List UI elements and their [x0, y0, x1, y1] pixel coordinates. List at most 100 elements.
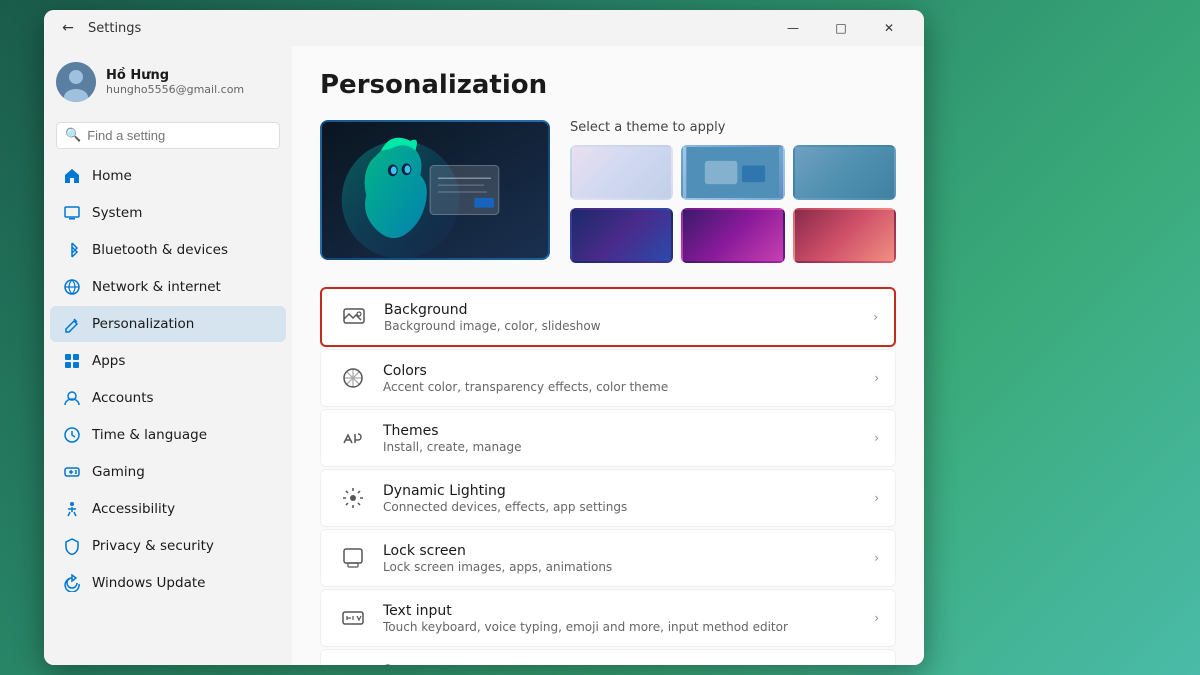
nav-label-apps: Apps	[92, 353, 125, 369]
sidebar-item-accessibility[interactable]: Accessibility	[50, 491, 286, 527]
avatar	[56, 62, 96, 102]
settings-icon-start	[337, 662, 369, 665]
settings-text-background: Background Background image, color, slid…	[384, 302, 865, 333]
settings-item-themes[interactable]: Themes Install, create, manage ›	[320, 409, 896, 467]
minimize-button[interactable]: —	[770, 12, 816, 44]
settings-item-lock-screen[interactable]: Lock screen Lock screen images, apps, an…	[320, 529, 896, 587]
settings-title-start: Start	[383, 663, 866, 666]
settings-text-text-input: Text input Touch keyboard, voice typing,…	[383, 603, 866, 634]
settings-desc-dynamic-lighting: Connected devices, effects, app settings	[383, 500, 866, 514]
theme-thumb-4[interactable]	[570, 208, 673, 263]
settings-item-start[interactable]: Start Recent apps and items, folders ›	[320, 649, 896, 665]
user-name: Hồ Hưng	[106, 68, 280, 83]
settings-list: Background Background image, color, slid…	[320, 287, 896, 665]
theme-thumb-6[interactable]	[793, 208, 896, 263]
theme-thumb-2[interactable]	[681, 145, 784, 200]
sidebar-item-network[interactable]: Network & internet	[50, 269, 286, 305]
theme-thumb-1[interactable]	[570, 145, 673, 200]
nav-label-personalization: Personalization	[92, 316, 194, 332]
user-profile[interactable]: Hồ Hưng hungho5556@gmail.com	[44, 46, 292, 118]
settings-desc-colors: Accent color, transparency effects, colo…	[383, 380, 866, 394]
title-bar: ← Settings — □ ✕	[44, 10, 924, 46]
nav-icon-gaming	[62, 462, 82, 482]
sidebar-item-accounts[interactable]: Accounts	[50, 380, 286, 416]
search-input[interactable]	[87, 128, 271, 143]
back-button[interactable]: ←	[56, 16, 80, 40]
nav-label-network: Network & internet	[92, 279, 221, 295]
window-title: Settings	[88, 21, 762, 36]
sidebar-item-privacy[interactable]: Privacy & security	[50, 528, 286, 564]
nav-label-update: Windows Update	[92, 575, 205, 591]
nav-label-time: Time & language	[92, 427, 207, 443]
settings-icon-background	[338, 301, 370, 333]
settings-arrow-dynamic-lighting: ›	[874, 491, 879, 505]
close-button[interactable]: ✕	[866, 12, 912, 44]
sidebar-item-gaming[interactable]: Gaming	[50, 454, 286, 490]
nav-label-privacy: Privacy & security	[92, 538, 214, 554]
theme-section: Select a theme to apply	[320, 120, 896, 263]
settings-arrow-colors: ›	[874, 371, 879, 385]
settings-text-start: Start Recent apps and items, folders	[383, 663, 866, 666]
settings-item-dynamic-lighting[interactable]: Dynamic Lighting Connected devices, effe…	[320, 469, 896, 527]
theme-select-label: Select a theme to apply	[570, 120, 896, 135]
user-email: hungho5556@gmail.com	[106, 83, 280, 96]
settings-arrow-lock-screen: ›	[874, 551, 879, 565]
theme-preview-content	[322, 122, 548, 258]
theme-thumb-5[interactable]	[681, 208, 784, 263]
sidebar-item-update[interactable]: Windows Update	[50, 565, 286, 601]
sidebar: Hồ Hưng hungho5556@gmail.com 🔍 Home Syst…	[44, 46, 292, 665]
settings-text-colors: Colors Accent color, transparency effect…	[383, 363, 866, 394]
search-box[interactable]: 🔍	[56, 122, 280, 149]
settings-arrow-text-input: ›	[874, 611, 879, 625]
settings-icon-dynamic-lighting	[337, 482, 369, 514]
theme-thumb-3[interactable]	[793, 145, 896, 200]
settings-body: Hồ Hưng hungho5556@gmail.com 🔍 Home Syst…	[44, 46, 924, 665]
settings-icon-text-input	[337, 602, 369, 634]
sidebar-item-personalization[interactable]: Personalization	[50, 306, 286, 342]
settings-title-text-input: Text input	[383, 603, 866, 619]
settings-item-text-input[interactable]: Text input Touch keyboard, voice typing,…	[320, 589, 896, 647]
nav-icon-apps	[62, 351, 82, 371]
settings-arrow-themes: ›	[874, 431, 879, 445]
nav-label-accounts: Accounts	[92, 390, 154, 406]
page-title: Personalization	[320, 70, 896, 100]
sidebar-item-apps[interactable]: Apps	[50, 343, 286, 379]
nav-icon-privacy	[62, 536, 82, 556]
settings-title-themes: Themes	[383, 423, 866, 439]
current-theme-preview	[320, 120, 550, 260]
nav-icon-accounts	[62, 388, 82, 408]
nav-icon-time	[62, 425, 82, 445]
nav-label-accessibility: Accessibility	[92, 501, 175, 517]
theme-select-panel: Select a theme to apply	[570, 120, 896, 263]
settings-text-dynamic-lighting: Dynamic Lighting Connected devices, effe…	[383, 483, 866, 514]
main-content: Personalization	[292, 46, 924, 665]
settings-title-lock-screen: Lock screen	[383, 543, 866, 559]
settings-text-themes: Themes Install, create, manage	[383, 423, 866, 454]
settings-title-background: Background	[384, 302, 865, 318]
nav-icon-bluetooth	[62, 240, 82, 260]
settings-text-lock-screen: Lock screen Lock screen images, apps, an…	[383, 543, 866, 574]
settings-window: ← Settings — □ ✕ Hồ Hưng hungho555	[44, 10, 924, 665]
search-icon: 🔍	[65, 128, 81, 143]
settings-desc-background: Background image, color, slideshow	[384, 319, 865, 333]
nav-label-home: Home	[92, 168, 132, 184]
user-info: Hồ Hưng hungho5556@gmail.com	[106, 68, 280, 96]
settings-item-colors[interactable]: Colors Accent color, transparency effect…	[320, 349, 896, 407]
settings-icon-themes	[337, 422, 369, 454]
settings-title-colors: Colors	[383, 363, 866, 379]
sidebar-item-time[interactable]: Time & language	[50, 417, 286, 453]
theme-grid	[570, 145, 896, 263]
nav-label-gaming: Gaming	[92, 464, 145, 480]
nav-icon-home	[62, 166, 82, 186]
nav-label-system: System	[92, 205, 142, 221]
nav-icon-system	[62, 203, 82, 223]
nav-label-bluetooth: Bluetooth & devices	[92, 242, 228, 258]
window-controls: — □ ✕	[770, 12, 912, 44]
sidebar-item-bluetooth[interactable]: Bluetooth & devices	[50, 232, 286, 268]
sidebar-item-home[interactable]: Home	[50, 158, 286, 194]
maximize-button[interactable]: □	[818, 12, 864, 44]
sidebar-item-system[interactable]: System	[50, 195, 286, 231]
settings-icon-lock-screen	[337, 542, 369, 574]
settings-desc-themes: Install, create, manage	[383, 440, 866, 454]
settings-item-background[interactable]: Background Background image, color, slid…	[320, 287, 896, 347]
